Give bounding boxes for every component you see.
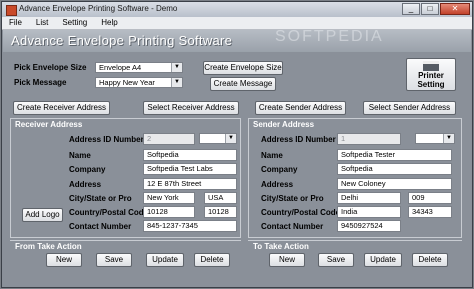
receiver-contact-field[interactable]: 845-1237-7345 (143, 220, 237, 232)
to-new-button[interactable]: New (269, 253, 305, 267)
receiver-company-field[interactable]: Softpedia Test Labs (143, 163, 237, 175)
menu-list[interactable]: List (29, 17, 55, 29)
from-delete-button[interactable]: Delete (194, 253, 230, 267)
message-label: Pick Message (14, 78, 67, 87)
minimize-button[interactable]: _ (402, 3, 420, 15)
sender-panel-title: Sender Address (253, 120, 315, 129)
printer-icon (423, 61, 439, 71)
receiver-postal-field[interactable]: 10128 (204, 206, 237, 218)
chevron-down-icon: ▼ (171, 63, 182, 72)
chevron-down-icon: ▼ (225, 134, 236, 143)
sender-city-label: City/State or Pro (261, 194, 324, 203)
envelope-size-select[interactable]: Envelope A4 ▼ (95, 62, 183, 73)
close-button[interactable]: ✕ (440, 3, 470, 15)
sender-state-field[interactable]: 009 (408, 192, 452, 204)
envelope-size-value: Envelope A4 (99, 63, 142, 72)
select-sender-address-button[interactable]: Select Sender Address (363, 101, 456, 115)
printer-setting-button[interactable]: Printer Setting (406, 58, 456, 91)
receiver-address-label: Address (69, 180, 102, 189)
banner-title: Advance Envelope Printing Software (11, 33, 233, 48)
from-new-button[interactable]: New (46, 253, 82, 267)
envelope-size-label: Pick Envelope Size (14, 63, 87, 72)
sender-contact-label: Contact Number (261, 222, 324, 231)
sender-name-label: Name (261, 151, 283, 160)
to-action-divider (248, 240, 462, 241)
sender-address-label: Address (261, 180, 294, 189)
receiver-address-field[interactable]: 12 E 87th Street (143, 178, 237, 190)
receiver-postal-label: Country/Postal Code (69, 208, 149, 217)
sender-id-field[interactable]: 1 (337, 133, 401, 145)
receiver-id-label: Address ID Number (69, 135, 144, 144)
select-receiver-address-button[interactable]: Select Receiver Address (143, 101, 239, 115)
menu-bar: File List Setting Help (2, 17, 472, 30)
message-value: Happy New Year (99, 78, 155, 87)
add-logo-button[interactable]: Add Logo (22, 208, 63, 222)
message-select[interactable]: Happy New Year ▼ (95, 77, 183, 88)
app-icon (6, 5, 17, 16)
chevron-down-icon: ▼ (171, 78, 182, 87)
receiver-company-label: Company (69, 165, 106, 174)
sender-id-select[interactable]: ▼ (415, 133, 455, 144)
maximize-button[interactable]: □ (421, 3, 439, 15)
menu-setting[interactable]: Setting (55, 17, 94, 29)
sender-country-field[interactable]: India (337, 206, 401, 218)
chevron-down-icon: ▼ (443, 134, 454, 143)
watermark: SOFTPEDIA (275, 28, 384, 45)
app-banner: Advance Envelope Printing Software SOFTP… (3, 28, 471, 52)
receiver-name-label: Name (69, 151, 91, 160)
receiver-id-select[interactable]: ▼ (199, 133, 237, 144)
receiver-name-field[interactable]: Softpedia (143, 149, 237, 161)
to-save-button[interactable]: Save (318, 253, 354, 267)
create-sender-address-button[interactable]: Create Sender Address (255, 101, 346, 115)
title-bar: Advance Envelope Printing Software - Dem… (2, 2, 472, 18)
receiver-contact-label: Contact Number (69, 222, 132, 231)
menu-help[interactable]: Help (94, 17, 124, 29)
create-message-button[interactable]: Create Message (210, 77, 276, 91)
sender-name-field[interactable]: Softpedia Tester (337, 149, 452, 161)
to-update-button[interactable]: Update (364, 253, 402, 267)
menu-file[interactable]: File (2, 17, 29, 29)
receiver-panel-title: Receiver Address (15, 120, 83, 129)
from-save-button[interactable]: Save (96, 253, 132, 267)
sender-postal-label: Country/Postal Code (261, 208, 341, 217)
sender-postal-field[interactable]: 34343 (408, 206, 452, 218)
printer-setting-label-1: Printer (418, 71, 444, 80)
to-delete-button[interactable]: Delete (412, 253, 448, 267)
receiver-country-field[interactable]: 10128 (143, 206, 195, 218)
receiver-id-field[interactable]: 2 (143, 133, 195, 145)
sender-contact-field[interactable]: 9450927524 (337, 220, 401, 232)
sender-address-field[interactable]: New Coloney (337, 178, 452, 190)
printer-setting-label-2: Setting (417, 80, 445, 89)
receiver-city-field[interactable]: New York (143, 192, 195, 204)
to-action-title: To Take Action (253, 242, 309, 251)
create-receiver-address-button[interactable]: Create Receiver Address (13, 101, 110, 115)
receiver-state-field[interactable]: USA (204, 192, 237, 204)
sender-city-field[interactable]: Delhi (337, 192, 401, 204)
sender-company-label: Company (261, 165, 298, 174)
receiver-city-label: City/State or Pro (69, 194, 132, 203)
sender-id-label: Address ID Number (261, 135, 336, 144)
app-window: Advance Envelope Printing Software - Dem… (1, 1, 473, 288)
from-action-title: From Take Action (15, 242, 82, 251)
from-action-divider (10, 240, 241, 241)
window-title: Advance Envelope Printing Software - Dem… (19, 4, 178, 13)
create-envelope-size-button[interactable]: Create Envelope Size (203, 61, 283, 75)
sender-company-field[interactable]: Softpedia (337, 163, 452, 175)
window-controls: _ □ ✕ (401, 3, 470, 15)
from-update-button[interactable]: Update (146, 253, 184, 267)
